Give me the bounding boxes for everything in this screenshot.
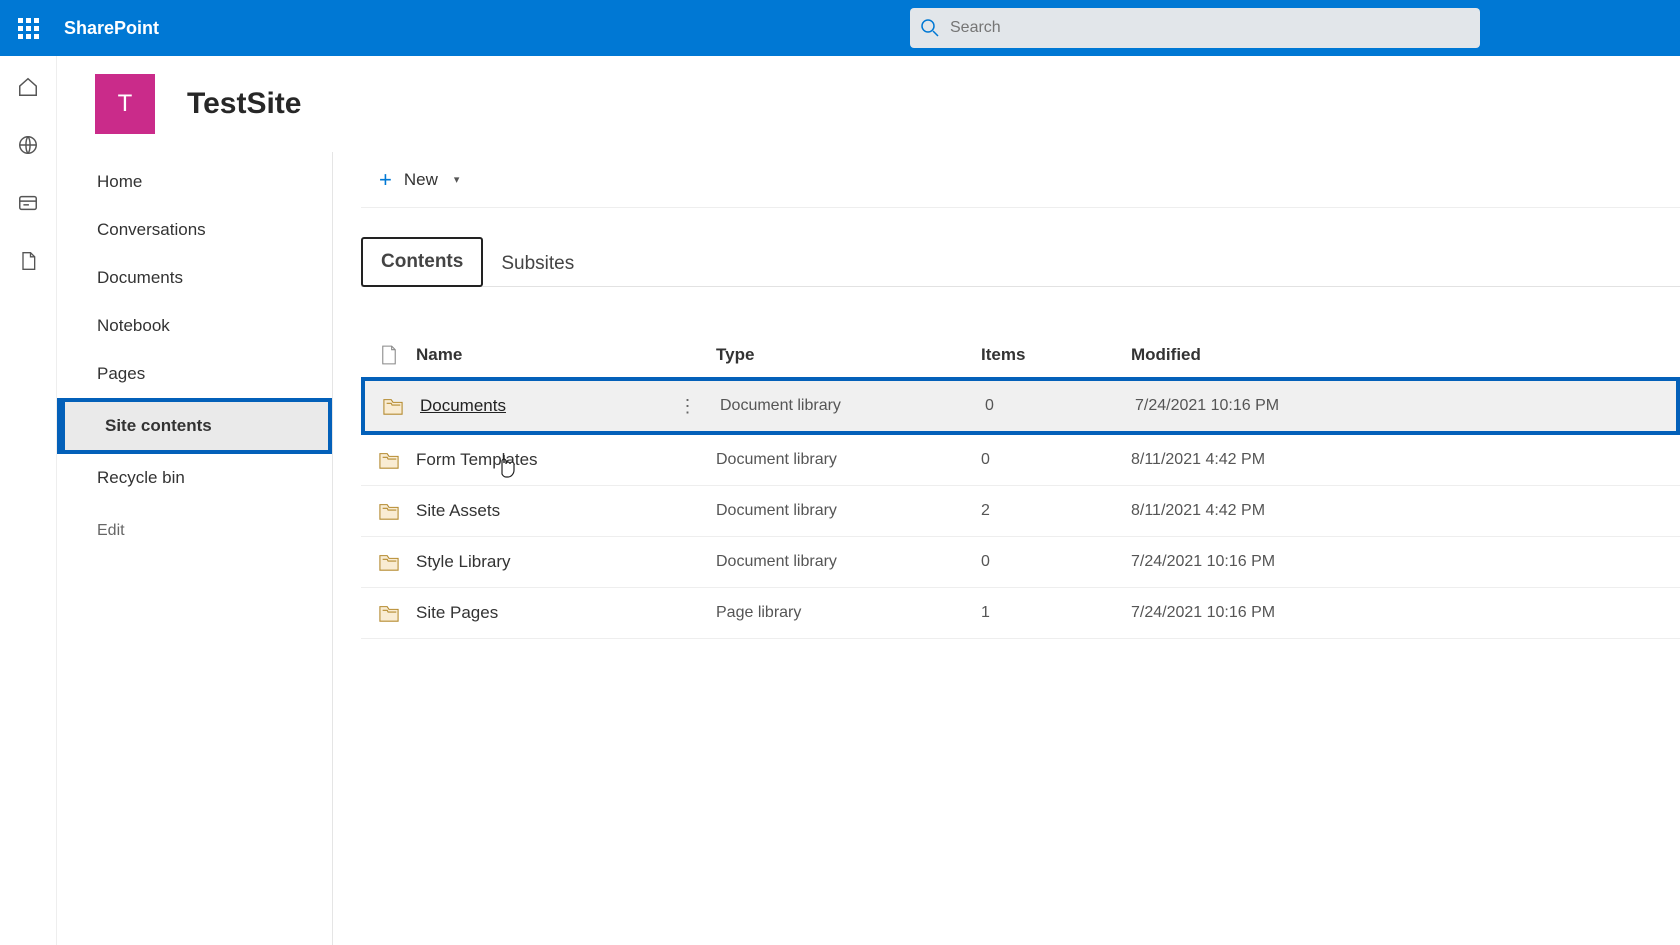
nav-home[interactable]: Home — [57, 158, 332, 206]
header-items[interactable]: Items — [981, 345, 1131, 365]
nav-edit[interactable]: Edit — [57, 508, 332, 554]
nav-pages[interactable]: Pages — [57, 350, 332, 398]
library-icon — [361, 552, 416, 572]
tab-subsites[interactable]: Subsites — [483, 241, 592, 287]
more-actions-icon[interactable]: ⋮ — [655, 396, 720, 417]
row-name[interactable]: Documents — [420, 396, 655, 416]
search-icon — [920, 18, 940, 38]
nav-site-contents[interactable]: Site contents — [65, 402, 328, 450]
search-input[interactable] — [940, 19, 1470, 37]
table-row: Site Pages Page library17/24/2021 10:16 P… — [361, 588, 1680, 639]
row-name[interactable]: Site Pages — [416, 603, 651, 623]
nav-recycle-bin[interactable]: Recycle bin — [57, 454, 332, 502]
app-name[interactable]: SharePoint — [64, 18, 159, 39]
header-name[interactable]: Name — [416, 345, 716, 365]
files-icon[interactable] — [17, 250, 39, 272]
table-row-inner[interactable]: Site Pages Page library17/24/2021 10:16 P… — [361, 588, 1680, 638]
row-type: Document library — [716, 502, 981, 520]
new-button[interactable]: + New ▾ — [369, 163, 469, 197]
row-modified: 7/24/2021 10:16 PM — [1131, 604, 1391, 622]
nav-notebook[interactable]: Notebook — [57, 302, 332, 350]
table-header-row: Name Type Items Modified — [361, 333, 1680, 377]
chevron-down-icon: ▾ — [454, 173, 460, 186]
table-row-inner[interactable]: Form Templates Document library08/11/2021… — [361, 435, 1680, 485]
table-row-inner[interactable]: Documents⋮Document library07/24/2021 10:… — [365, 381, 1676, 431]
news-icon[interactable] — [17, 192, 39, 214]
library-icon — [361, 501, 416, 521]
row-modified: 8/11/2021 4:42 PM — [1131, 451, 1391, 469]
sidebar-nav: Home Conversations Documents Notebook Pa… — [57, 152, 333, 945]
row-items: 2 — [981, 502, 1131, 520]
site-logo[interactable]: T — [95, 74, 155, 134]
nav-documents[interactable]: Documents — [57, 254, 332, 302]
table-row: Site Assets Document library28/11/2021 4:… — [361, 486, 1680, 537]
contents-table: Name Type Items Modified Documents⋮Docum… — [361, 333, 1680, 639]
header-modified[interactable]: Modified — [1131, 345, 1391, 365]
site-title[interactable]: TestSite — [187, 87, 301, 121]
search-wrap — [910, 8, 1480, 48]
suite-bar: SharePoint — [0, 0, 1680, 56]
row-type: Document library — [716, 553, 981, 571]
waffle-icon — [18, 18, 39, 39]
row-type: Document library — [720, 397, 985, 415]
header-type[interactable]: Type — [716, 345, 981, 365]
table-row: Documents⋮Document library07/24/2021 10:… — [361, 377, 1680, 435]
library-icon — [365, 396, 420, 416]
header-icon-col[interactable] — [361, 345, 416, 365]
row-name[interactable]: Style Library — [416, 552, 651, 572]
row-items: 0 — [981, 451, 1131, 469]
file-icon — [381, 345, 397, 365]
site-header: T TestSite — [57, 56, 1680, 152]
plus-icon: + — [379, 169, 392, 191]
row-name[interactable]: Site Assets — [416, 501, 651, 521]
new-button-label: New — [404, 170, 438, 190]
row-items: 0 — [981, 553, 1131, 571]
row-name[interactable]: Form Templates — [416, 450, 651, 470]
command-bar: + New ▾ — [361, 152, 1680, 208]
tabs: Contents Subsites — [361, 236, 1680, 287]
content-area: + New ▾ Contents Subsites — [333, 152, 1680, 945]
app-launcher[interactable] — [0, 0, 56, 56]
search-box[interactable] — [910, 8, 1480, 48]
tab-contents[interactable]: Contents — [361, 237, 483, 287]
library-icon — [361, 603, 416, 623]
nav-conversations[interactable]: Conversations — [57, 206, 332, 254]
row-items: 0 — [985, 397, 1135, 415]
home-icon[interactable] — [17, 76, 39, 98]
globe-icon[interactable] — [17, 134, 39, 156]
table-row: Style Library Document library07/24/2021 … — [361, 537, 1680, 588]
nav-highlight: Site contents — [57, 398, 332, 454]
row-modified: 8/11/2021 4:42 PM — [1131, 502, 1391, 520]
row-type: Page library — [716, 604, 981, 622]
table-row-inner[interactable]: Site Assets Document library28/11/2021 4:… — [361, 486, 1680, 536]
row-items: 1 — [981, 604, 1131, 622]
library-icon — [361, 450, 416, 470]
row-modified: 7/24/2021 10:16 PM — [1131, 553, 1391, 571]
table-row-inner[interactable]: Style Library Document library07/24/2021 … — [361, 537, 1680, 587]
row-modified: 7/24/2021 10:16 PM — [1135, 397, 1395, 415]
row-type: Document library — [716, 451, 981, 469]
table-row: Form Templates Document library08/11/2021… — [361, 435, 1680, 486]
vertical-rail — [0, 56, 57, 945]
